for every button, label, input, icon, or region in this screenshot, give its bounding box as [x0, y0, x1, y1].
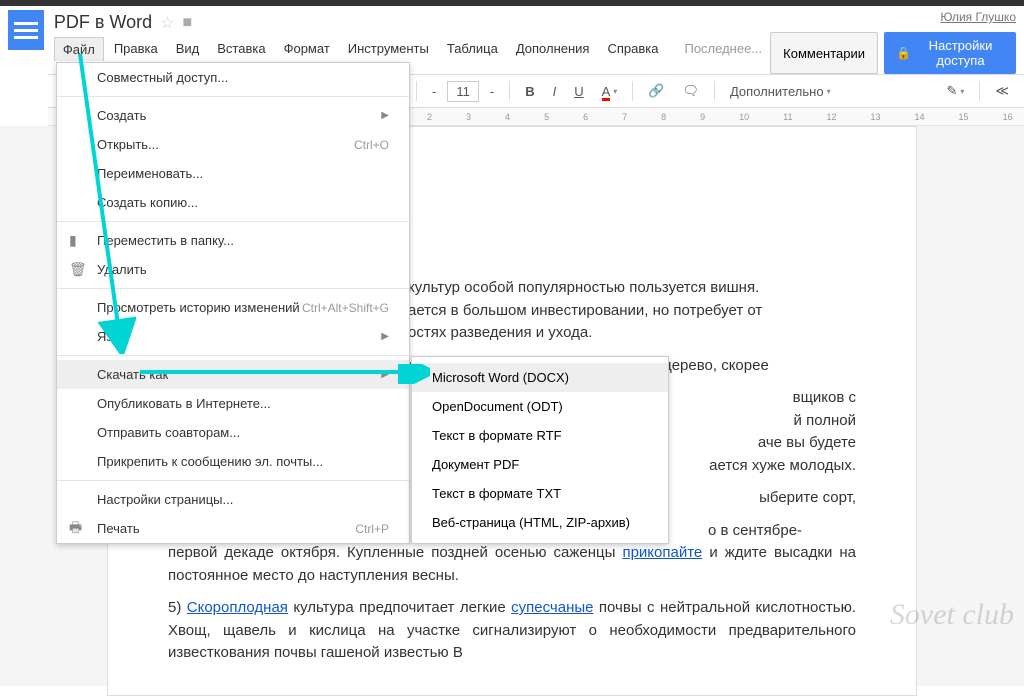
menu-open[interactable]: Открыть...Ctrl+O [57, 130, 409, 159]
menu-edit[interactable]: Правка [106, 37, 166, 61]
submenu-rtf[interactable]: Текст в формате RTF [412, 421, 668, 450]
menu-download-as[interactable]: Скачать как▶ [57, 360, 409, 389]
chevron-right-icon: ▶ [381, 369, 389, 380]
link-skoroplodnaya[interactable]: Скороплодная [187, 599, 288, 616]
body-text: 5) Скороплодная культура предпочитает ле… [168, 597, 856, 665]
document-title[interactable]: PDF в Word [54, 12, 152, 33]
trash-icon: 🗑 [69, 261, 87, 278]
share-button-label: Настройки доступа [917, 38, 1004, 68]
menu-page-setup[interactable]: Настройки страницы... [57, 485, 409, 514]
star-icon[interactable]: ☆ [160, 13, 174, 33]
submenu-html[interactable]: Веб-страница (HTML, ZIP-архив) [412, 508, 668, 537]
menu-bar: Файл Правка Вид Вставка Формат Инструмен… [54, 35, 770, 63]
submenu-docx[interactable]: Microsoft Word (DOCX) [412, 363, 668, 392]
menu-new[interactable]: Создать▶ [57, 101, 409, 130]
menu-file[interactable]: Файл [54, 37, 104, 61]
submenu-txt[interactable]: Текст в формате TXT [412, 479, 668, 508]
submenu-pdf[interactable]: Документ PDF [412, 450, 668, 479]
text-color-button[interactable]: A▾ [595, 80, 625, 103]
share-button[interactable]: 🔒 Настройки доступа [884, 32, 1016, 74]
link-prikopajte[interactable]: прикопайте [622, 544, 702, 561]
font-size-input[interactable]: 11 [447, 81, 479, 102]
download-as-submenu: Microsoft Word (DOCX) OpenDocument (ODT)… [411, 356, 669, 544]
font-size-decrease[interactable]: - [425, 80, 443, 103]
menu-format[interactable]: Формат [276, 37, 338, 61]
menu-view[interactable]: Вид [168, 37, 208, 61]
menu-language[interactable]: Язык▶ [57, 322, 409, 351]
menu-share[interactable]: Совместный доступ... [57, 63, 409, 92]
printer-icon: 🖶 [69, 517, 82, 541]
menu-delete[interactable]: 🗑Удалить [57, 255, 409, 284]
underline-button[interactable]: U [567, 80, 590, 103]
comments-button[interactable]: Комментарии [770, 32, 878, 74]
link-supeschanye[interactable]: супесчаные [511, 599, 593, 616]
menu-help[interactable]: Справка [599, 37, 666, 61]
docs-app-icon[interactable] [8, 10, 44, 50]
chevron-right-icon: ▶ [381, 331, 389, 342]
chevron-right-icon: ▶ [381, 110, 389, 121]
bold-button[interactable]: B [518, 80, 541, 103]
menu-publish[interactable]: Опубликовать в Интернете... [57, 389, 409, 418]
folder-icon: ▮ [69, 232, 77, 249]
menu-copy[interactable]: Создать копию... [57, 188, 409, 217]
menu-move[interactable]: ▮Переместить в папку... [57, 226, 409, 255]
editing-mode-button[interactable]: ✎ ▾ [939, 79, 971, 103]
menu-rename[interactable]: Переименовать... [57, 159, 409, 188]
link-button[interactable]: 🔗 [641, 79, 671, 103]
watermark: Sovet club [890, 598, 1014, 632]
menu-insert[interactable]: Вставка [209, 37, 273, 61]
file-menu-dropdown: Совместный доступ... Создать▶ Открыть...… [56, 62, 410, 544]
more-tools[interactable]: Дополнительно ▾ [723, 80, 838, 103]
comment-button[interactable]: 🗨 [675, 79, 706, 103]
menu-table[interactable]: Таблица [439, 37, 506, 61]
folder-icon[interactable]: ■ [182, 14, 192, 32]
menu-email[interactable]: Прикрепить к сообщению эл. почты... [57, 447, 409, 476]
font-size-increase[interactable]: - [483, 80, 501, 103]
menu-history[interactable]: Просмотреть историю измененийCtrl+Alt+Sh… [57, 293, 409, 322]
lock-icon: 🔒 [896, 46, 911, 60]
menu-addons[interactable]: Дополнения [508, 37, 598, 61]
submenu-odt[interactable]: OpenDocument (ODT) [412, 392, 668, 421]
menu-collaborators[interactable]: Отправить соавторам... [57, 418, 409, 447]
collapse-toolbar-button[interactable]: ≪ [988, 79, 1016, 103]
menu-tools[interactable]: Инструменты [340, 37, 437, 61]
menu-recent: Последнее... [676, 37, 770, 61]
italic-button[interactable]: I [546, 80, 564, 103]
menu-print[interactable]: 🖶ПечатьCtrl+P [57, 514, 409, 543]
user-account-link[interactable]: Юлия Глушко [940, 10, 1016, 24]
